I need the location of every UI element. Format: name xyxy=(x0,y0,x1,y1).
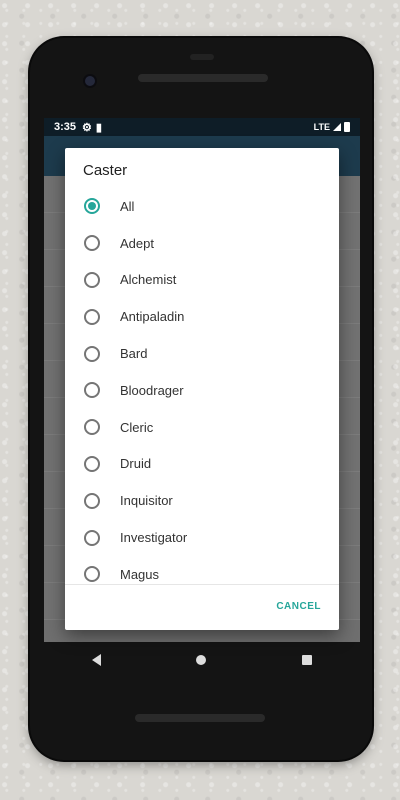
option-cleric[interactable]: Cleric xyxy=(65,409,339,446)
front-camera xyxy=(83,74,97,88)
radio-button[interactable] xyxy=(84,455,100,472)
cancel-button[interactable]: CANCEL xyxy=(276,601,321,612)
home-icon[interactable] xyxy=(196,655,207,665)
option-label: Bloodrager xyxy=(120,382,184,398)
option-label: Cleric xyxy=(120,419,154,435)
radio-button[interactable] xyxy=(84,492,100,509)
radio-button[interactable] xyxy=(84,271,100,288)
option-label: All xyxy=(120,198,135,214)
radio-button[interactable] xyxy=(84,198,100,215)
radio-button[interactable] xyxy=(84,529,100,546)
earpiece xyxy=(190,54,214,60)
settings-gear-icon: ⚙ xyxy=(82,121,92,134)
option-bloodrager[interactable]: Bloodrager xyxy=(65,372,339,409)
option-label: Inquisitor xyxy=(120,493,173,509)
option-antipaladin[interactable]: Antipaladin xyxy=(65,298,339,335)
option-label: Investigator xyxy=(120,530,188,546)
radio-button[interactable] xyxy=(84,308,100,325)
signal-icon xyxy=(333,123,341,131)
option-adept[interactable]: Adept xyxy=(65,225,339,262)
back-icon[interactable] xyxy=(91,654,101,666)
bottom-speaker xyxy=(135,714,265,722)
radio-button[interactable] xyxy=(84,345,100,362)
option-label: Druid xyxy=(120,456,152,472)
option-all[interactable]: All xyxy=(65,188,339,225)
option-bard[interactable]: Bard xyxy=(65,335,339,372)
option-investigator[interactable]: Investigator xyxy=(65,519,339,556)
recent-apps-icon[interactable] xyxy=(302,655,313,665)
option-label: Bard xyxy=(120,346,148,362)
battery-icon xyxy=(344,122,350,132)
option-magus[interactable]: Magus xyxy=(65,556,339,584)
option-alchemist[interactable]: Alchemist xyxy=(65,262,339,299)
options-list[interactable]: All Adept Alchemist Antipaladin Bard Blo… xyxy=(65,188,339,584)
top-speaker xyxy=(138,74,268,82)
status-time: 3:35 xyxy=(54,121,77,133)
radio-button[interactable] xyxy=(84,382,100,399)
radio-button[interactable] xyxy=(84,419,100,436)
option-label: Antipaladin xyxy=(120,309,185,325)
dialog-divider xyxy=(65,584,339,585)
caster-dialog: Caster All Adept Alchemist Antipaladin B… xyxy=(65,148,339,630)
option-label: Adept xyxy=(120,235,154,251)
dialog-title: Caster xyxy=(83,162,128,179)
sd-card-icon: ▮ xyxy=(95,121,102,134)
radio-button[interactable] xyxy=(84,566,100,583)
option-inquisitor[interactable]: Inquisitor xyxy=(65,482,339,519)
option-label: Magus xyxy=(120,566,160,582)
radio-button[interactable] xyxy=(84,235,100,252)
option-label: Alchemist xyxy=(120,272,177,288)
navigation-bar xyxy=(44,642,360,678)
option-druid[interactable]: Druid xyxy=(65,446,339,483)
network-type: LTE xyxy=(313,122,330,132)
status-bar: 3:35 ⚙ ▮ LTE xyxy=(44,118,360,136)
